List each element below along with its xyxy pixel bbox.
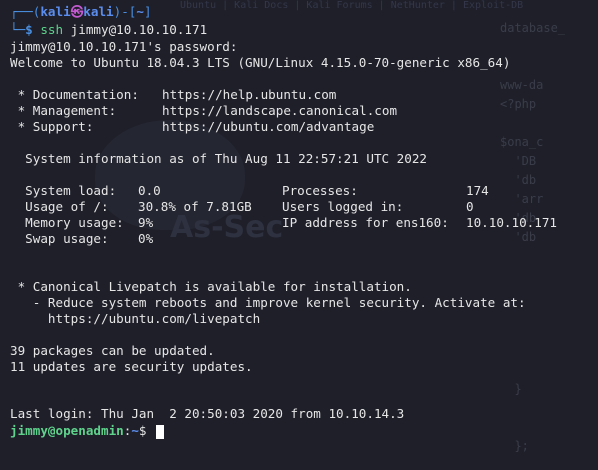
- cursor-icon: [156, 424, 165, 439]
- link-url[interactable]: https://ubuntu.com/advantage: [162, 119, 374, 135]
- stat-row: Usage of /: 30.8% of 7.81GB Users logged…: [10, 199, 473, 215]
- stat-label: Swap usage:: [10, 231, 109, 246]
- skull-icon: ㉿: [70, 4, 84, 19]
- prompt-dir: ~: [136, 4, 144, 19]
- sysinfo-heading: System information as of Thu Aug 11 22:5…: [10, 151, 428, 166]
- welcome-line: Welcome to Ubuntu 18.04.3 LTS (GNU/Linux…: [10, 55, 511, 70]
- last-login-line: Last login: Thu Jan 2 20:50:03 2020 from…: [10, 406, 405, 421]
- stat-value: 0%: [138, 231, 154, 246]
- stat-value: 30.8% of 7.81GB: [138, 199, 252, 214]
- livepatch-line: * Canonical Livepatch is available for i…: [10, 279, 412, 294]
- link-label: * Documentation:: [10, 87, 139, 102]
- prompt-mid: )-[: [113, 4, 137, 19]
- link-label: * Management:: [10, 103, 117, 118]
- shell-user-host: jimmy@openadmin: [10, 423, 124, 438]
- terminal-window[interactable]: ┌──(kali㉿kali)-[~] └─$ ssh jimmy@10.10.1…: [0, 0, 598, 470]
- prompt-end: ]: [143, 4, 152, 19]
- link-row: * Support: https://ubuntu.com/advantage: [10, 119, 375, 135]
- command-line: └─$ ssh jimmy@10.10.10.171: [10, 22, 207, 38]
- prompt-user: kali: [40, 4, 71, 19]
- prompt-dollar: $: [25, 22, 41, 37]
- stat-label: Users logged in:: [282, 199, 404, 214]
- stat-row: Swap usage: 0%: [10, 231, 153, 247]
- shell-prompt-line[interactable]: jimmy@openadmin:~$: [10, 423, 165, 439]
- stat-row: System load: 0.0 Processes: 174: [10, 183, 489, 199]
- prompt-frame-bottom: └─: [10, 22, 26, 37]
- link-url[interactable]: https://help.ubuntu.com: [162, 87, 336, 103]
- updates-line: 39 packages can be updated.: [10, 343, 215, 358]
- stat-label: Usage of /:: [10, 199, 109, 214]
- stat-row: Memory usage: 9% IP address for ens160: …: [10, 215, 557, 231]
- link-row: * Documentation: https://help.ubuntu.com: [10, 87, 337, 103]
- stat-label: System load:: [10, 183, 117, 198]
- livepatch-line: - Reduce system reboots and improve kern…: [10, 295, 526, 310]
- command-name: ssh: [40, 22, 64, 37]
- command-args: jimmy@10.10.10.171: [63, 22, 208, 37]
- shell-dollar: $: [138, 423, 155, 438]
- stat-label: IP address for ens160:: [282, 215, 449, 230]
- stat-value: 9%: [138, 215, 154, 230]
- password-prompt: jimmy@10.10.10.171's password:: [10, 39, 238, 54]
- stat-value: 10.10.10.171: [466, 215, 557, 230]
- stat-value: 174: [466, 183, 489, 198]
- prompt-header-top: ┌──(kali㉿kali)-[~]: [10, 4, 152, 20]
- updates-line: 11 updates are security updates.: [10, 359, 253, 374]
- prompt-host: kali: [83, 4, 114, 19]
- livepatch-line: https://ubuntu.com/livepatch: [10, 311, 261, 326]
- prompt-frame-top: ┌──(: [10, 4, 41, 19]
- stat-value: 0.0: [138, 183, 161, 198]
- stat-label: Processes:: [282, 183, 358, 198]
- link-label: * Support:: [10, 119, 94, 134]
- shell-path: ~: [131, 423, 139, 438]
- link-row: * Management: https://landscape.canonica…: [10, 103, 397, 119]
- link-url[interactable]: https://landscape.canonical.com: [162, 103, 397, 119]
- stat-label: Memory usage:: [10, 215, 124, 230]
- stat-value: 0: [466, 199, 474, 214]
